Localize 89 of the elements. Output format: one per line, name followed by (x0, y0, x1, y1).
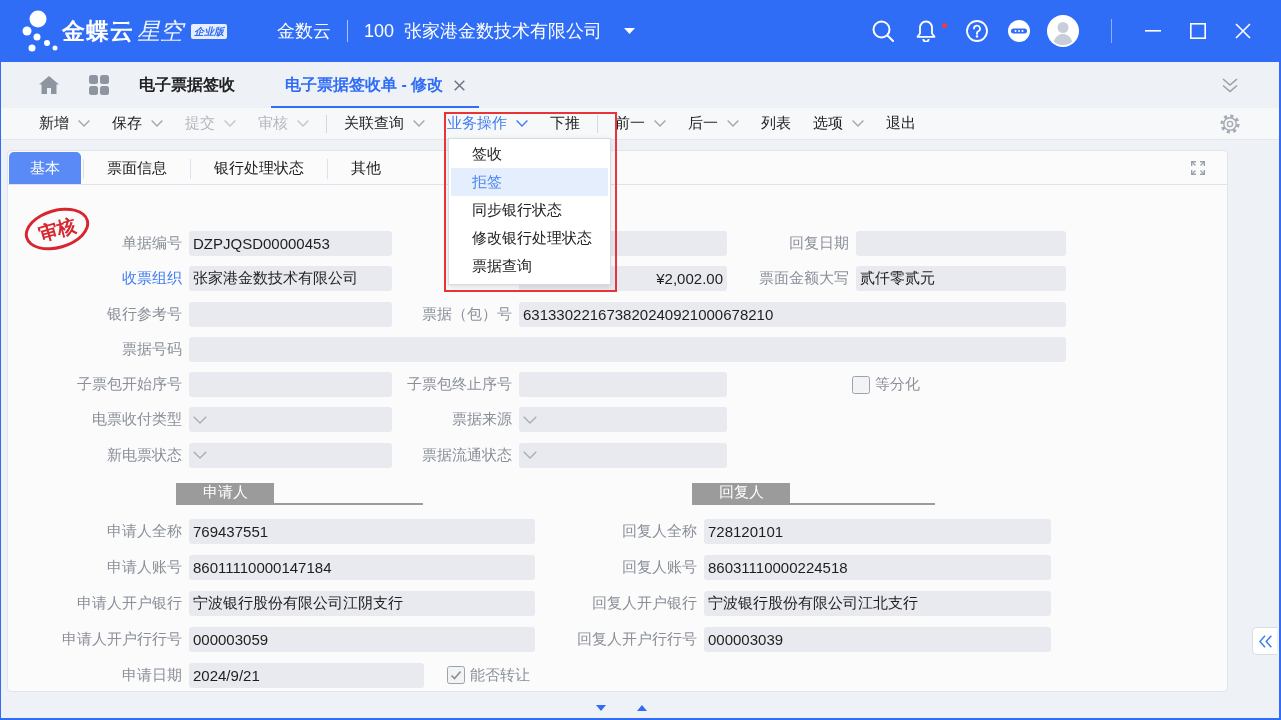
settings-icon[interactable] (1220, 113, 1240, 134)
menu-item[interactable]: 签收 (451, 140, 608, 168)
input-field[interactable]: DZPJQSD00000453 (189, 231, 392, 256)
search-icon[interactable] (872, 20, 894, 42)
chevron-down-icon (523, 451, 537, 460)
input-field[interactable]: 86031110000224518 (704, 554, 1051, 580)
input-field[interactable]: 769437551 (189, 518, 535, 544)
field-label: 申请日期 (121, 665, 182, 685)
field-label: 回复人开户行行号 (577, 629, 697, 649)
field-label: 子票包终止序号 (407, 375, 512, 395)
input-field[interactable]: 贰仟零贰元 (856, 266, 1066, 292)
toolbar-button[interactable]: 退出 (878, 108, 924, 139)
toolbar-button[interactable]: 列表 (753, 108, 799, 139)
tenant-name: 金数云 (277, 20, 331, 43)
caret-up-icon[interactable] (637, 705, 647, 711)
field-label: 票据号码 (122, 339, 182, 359)
bell-icon[interactable] (916, 20, 936, 42)
form-tab[interactable]: 票面信息 (86, 152, 188, 184)
toolbar-button[interactable]: 后一 (680, 108, 747, 139)
close-icon[interactable] (454, 79, 466, 91)
menu-item[interactable]: 修改银行处理状态 (451, 224, 608, 252)
form-tab[interactable]: 银行处理状态 (193, 152, 325, 184)
page-tab[interactable]: 电子票据签收 (125, 62, 249, 108)
input-field[interactable]: 631330221673820240921000678210 (519, 301, 1066, 327)
field-label: 银行参考号 (107, 304, 182, 324)
input-field[interactable]: 000003059 (189, 626, 535, 652)
toolbar-button[interactable]: 下推 (542, 108, 588, 139)
logo-icon (22, 10, 58, 52)
checkbox[interactable] (852, 375, 870, 394)
caret-down-icon[interactable] (596, 705, 606, 711)
home-icon[interactable] (39, 76, 59, 94)
section-header: 申请人 (176, 482, 274, 503)
form-tab[interactable]: 其他 (330, 152, 402, 184)
field-label: 票面金额大写 (759, 269, 849, 289)
double-chevron-left-icon (1258, 634, 1272, 648)
collapse-button[interactable] (1252, 627, 1277, 655)
input-field[interactable]: 宁波银行股份有限公司江阴支行 (189, 590, 535, 616)
toolbar-button[interactable]: 保存 (104, 108, 171, 139)
date-field[interactable]: 2024/9/21 (189, 662, 424, 688)
toolbar-button[interactable]: 前一 (607, 108, 674, 139)
edition-badge: 企业版 (191, 23, 227, 39)
field-label: 回复人开户银行 (592, 593, 697, 613)
toolbar-button[interactable]: 关联查询 (336, 108, 433, 139)
caret-down-icon[interactable] (624, 28, 636, 34)
field-label: 子票包开始序号 (77, 375, 182, 395)
maximize-icon[interactable] (1190, 23, 1206, 39)
field-label: 票据流通状态 (422, 445, 512, 465)
double-chevron-down-icon[interactable] (1222, 77, 1238, 93)
input-field[interactable]: 728120101 (704, 518, 1051, 544)
dropdown-field[interactable] (189, 442, 392, 468)
org-code: 100 (364, 20, 395, 42)
checkbox[interactable] (447, 666, 465, 685)
org-name[interactable]: 张家港金数技术有限公司 (404, 19, 603, 43)
field-label: 回复人全称 (622, 521, 697, 541)
field-label: 票据来源 (452, 410, 512, 430)
field-label: 单据编号 (122, 234, 182, 253)
field-label: 回复人账号 (622, 557, 697, 577)
chevron-down-icon (523, 416, 537, 424)
link-label[interactable]: 收票组织 (122, 269, 182, 289)
expand-icon[interactable] (1191, 161, 1205, 175)
input-field[interactable]: 86011110000147184 (189, 554, 535, 580)
dropdown-field[interactable] (519, 442, 727, 468)
brand-name: 金蝶云 (62, 16, 134, 46)
dropdown-field[interactable] (189, 407, 392, 433)
field-label: 申请人开户行行号 (62, 629, 182, 649)
field-label: 申请人全称 (107, 521, 182, 541)
input-field[interactable]: 000003039 (704, 626, 1051, 652)
field-label: 申请人账号 (107, 557, 182, 577)
toolbar-button[interactable]: 新增 (31, 108, 98, 139)
grid-icon[interactable] (89, 75, 109, 95)
checkbox-label: 等分化 (875, 375, 920, 395)
field-label: 票据（包）号 (422, 304, 512, 324)
checkbox-label: 能否转让 (470, 665, 530, 685)
field-label: 电票收付类型 (92, 410, 182, 430)
field-label: 申请人开户银行 (77, 593, 182, 613)
minimize-icon[interactable] (1145, 30, 1161, 32)
section-header: 回复人 (692, 482, 790, 503)
ellipsis-circle-icon[interactable] (1008, 20, 1030, 42)
toolbar-button[interactable]: 选项 (805, 108, 872, 139)
dropdown-field[interactable] (519, 407, 727, 433)
field-label: 新电票状态 (107, 445, 182, 465)
help-icon[interactable] (966, 20, 988, 42)
input-field[interactable]: 宁波银行股份有限公司江北支行 (704, 590, 1051, 616)
field-label: 回复日期 (789, 234, 849, 253)
chevron-down-icon (193, 416, 207, 424)
avatar-icon[interactable] (1047, 15, 1079, 47)
input-field[interactable]: 张家港金数技术有限公司 (189, 266, 392, 292)
chevron-down-icon (193, 451, 207, 460)
menu-item[interactable]: 同步银行状态 (451, 196, 608, 224)
